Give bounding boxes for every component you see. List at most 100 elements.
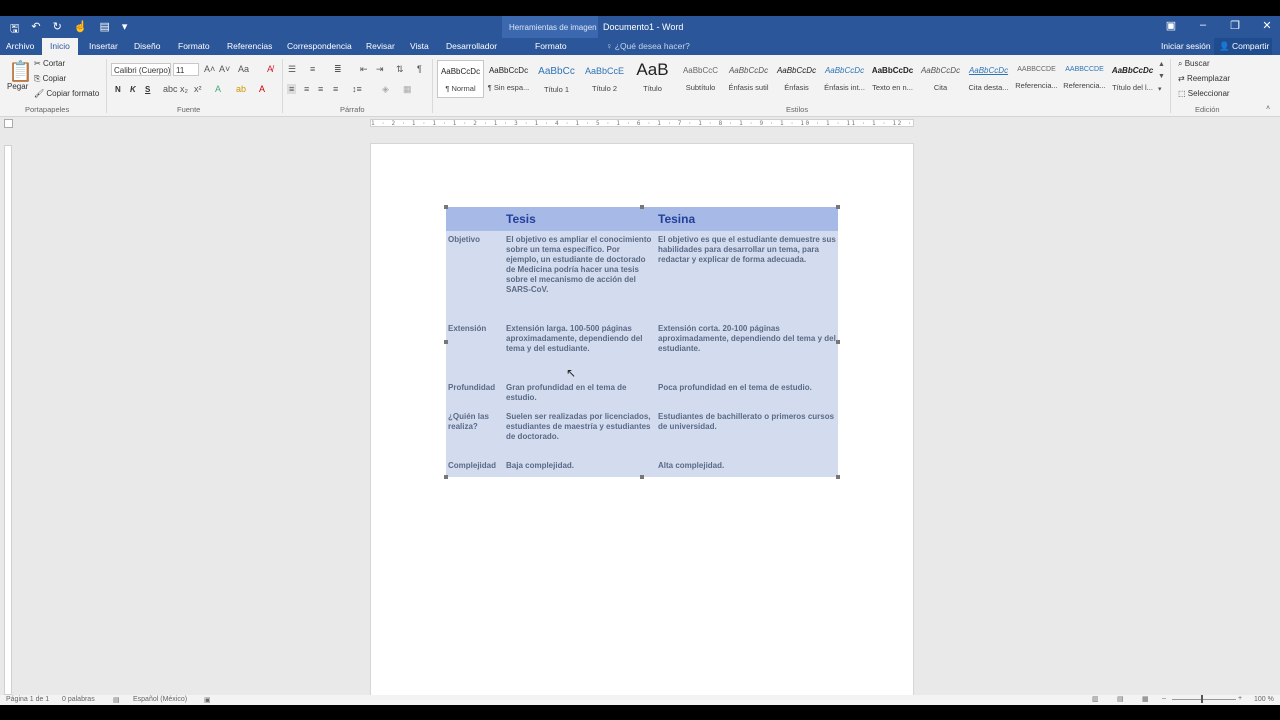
tab-desarrollador[interactable]: Desarrollador [446, 41, 497, 51]
style-tile[interactable]: AaBbCc Título 1 [533, 60, 580, 98]
text-effects-icon[interactable]: A [215, 84, 221, 94]
tab-insertar[interactable]: Insertar [89, 41, 118, 51]
zoom-out-icon[interactable]: – [1162, 695, 1166, 702]
style-tile[interactable]: AaBbCcDc Énfasis sutil [725, 60, 772, 98]
style-tile[interactable]: AaBbCcE Título 2 [581, 60, 628, 98]
font-size-select[interactable]: 11 [173, 63, 199, 76]
font-color-icon[interactable]: A [259, 84, 265, 94]
style-tile[interactable]: AaBbCcDc Énfasis [773, 60, 820, 98]
minimize-icon[interactable]: – [1196, 19, 1210, 32]
resize-handle[interactable] [444, 475, 448, 479]
replace-button[interactable]: ⇄ Reemplazar [1178, 74, 1230, 83]
style-tile[interactable]: AaBbCcDc ¶ Sin espa... [485, 60, 532, 98]
multilevel-list-icon[interactable]: ≣ [334, 64, 342, 75]
macro-record-icon[interactable]: ▣ [204, 696, 211, 704]
web-layout-icon[interactable]: ▦ [1142, 695, 1149, 703]
page-count[interactable]: Página 1 de 1 [6, 696, 49, 703]
resize-handle[interactable] [836, 475, 840, 479]
print-layout-icon[interactable]: ▤ [1117, 695, 1124, 703]
align-center-icon[interactable]: ≡ [304, 84, 309, 94]
find-button[interactable]: ⌕ Buscar [1178, 59, 1210, 69]
tab-inicio[interactable]: Inicio [42, 38, 78, 55]
resize-handle[interactable] [640, 205, 644, 209]
italic-button[interactable]: K [130, 85, 136, 94]
word-count[interactable]: 0 palabras [62, 696, 95, 703]
bold-button[interactable]: N [115, 85, 121, 94]
cut-button[interactable]: ✂ Cortar [34, 59, 65, 68]
tab-archivo[interactable]: Archivo [6, 41, 34, 51]
subscript-icon[interactable]: x₂ [180, 84, 188, 94]
share-button[interactable]: 👤 Compartir [1214, 38, 1272, 55]
touch-mode-icon[interactable]: ☝ [74, 20, 88, 39]
tell-me-search[interactable]: ♀ ¿Qué desea hacer? [606, 41, 690, 51]
tab-referencias[interactable]: Referencias [227, 41, 272, 51]
maximize-icon[interactable]: ❐ [1228, 19, 1242, 32]
style-tile[interactable]: AABBCCDE Referencia... [1061, 60, 1108, 98]
align-left-icon[interactable]: ≡ [287, 84, 297, 94]
strikethrough-icon[interactable]: abc [163, 84, 178, 94]
style-tile[interactable]: AaBbCcDc Texto en n... [869, 60, 916, 98]
resize-handle[interactable] [836, 205, 840, 209]
language-indicator[interactable]: Español (México) [133, 696, 187, 703]
horizontal-ruler[interactable]: 1 · 2 · 1 · 1 · 1 · 2 · 1 · 3 · 1 · 4 · … [370, 119, 914, 127]
comparison-table-image[interactable]: Tesis Tesina Objetivo El objetivo es amp… [444, 205, 840, 479]
style-tile[interactable]: AABBCCDE Referencia... [1013, 60, 1060, 98]
collapse-ribbon-icon[interactable]: ˄ [1266, 105, 1270, 112]
superscript-icon[interactable]: x² [194, 84, 202, 94]
tab-selector[interactable] [4, 119, 13, 128]
redo-icon[interactable]: ↻ [53, 20, 62, 39]
decrease-indent-icon[interactable]: ⇤ [360, 64, 368, 75]
style-tile[interactable]: AaB Título [629, 60, 676, 98]
vertical-ruler[interactable] [4, 145, 12, 695]
tab-correspondencia[interactable]: Correspondencia [287, 41, 352, 51]
resize-handle[interactable] [836, 340, 840, 344]
proofing-icon[interactable]: ▤ [113, 696, 120, 704]
underline-button[interactable]: S [145, 85, 150, 94]
increase-indent-icon[interactable]: ⇥ [376, 64, 384, 75]
line-spacing-icon[interactable]: ↕≡ [352, 84, 362, 94]
shading-icon[interactable]: ◈ [382, 84, 389, 95]
format-painter-button[interactable]: 🖌 Copiar formato [34, 89, 99, 98]
ribbon-display-options-icon[interactable]: ▣ [1164, 19, 1178, 32]
clear-formatting-icon[interactable]: A̸ [267, 64, 273, 74]
align-right-icon[interactable]: ≡ [318, 84, 323, 94]
copy-button[interactable]: ⎘ Copiar [34, 74, 66, 84]
grow-font-icon[interactable]: A˄ [204, 64, 215, 74]
shrink-font-icon[interactable]: A˅ [219, 64, 230, 74]
borders-icon[interactable]: ▦ [403, 84, 412, 95]
pilcrow-icon[interactable]: ¶ [417, 64, 422, 74]
paste-button[interactable]: Pegar [7, 82, 28, 91]
style-tile[interactable]: AaBbCcC Subtítulo [677, 60, 724, 98]
style-tile[interactable]: AaBbCcDc Énfasis int... [821, 60, 868, 98]
close-icon[interactable]: ✕ [1260, 19, 1274, 32]
select-button[interactable]: ⬚ Seleccionar [1178, 89, 1230, 98]
style-tile[interactable]: AaBbCcDc Cita [917, 60, 964, 98]
gallery-up-icon[interactable]: ▲ [1158, 61, 1165, 68]
customize-qat-icon[interactable]: ▾ [122, 20, 128, 39]
style-tile[interactable]: AaBbCcDc ¶ Normal [437, 60, 484, 98]
tab-revisar[interactable]: Revisar [366, 41, 395, 51]
justify-icon[interactable]: ≡ [333, 84, 338, 94]
zoom-level[interactable]: 100 % [1254, 696, 1274, 703]
resize-handle[interactable] [444, 205, 448, 209]
paste-icon[interactable]: 📋 [8, 59, 33, 84]
zoom-slider[interactable] [1172, 699, 1236, 700]
font-family-select[interactable]: Calibri (Cuerpo) [111, 63, 171, 76]
resize-handle[interactable] [640, 475, 644, 479]
macro-icon[interactable]: ▤ [100, 20, 110, 39]
zoom-in-icon[interactable]: + [1238, 695, 1242, 702]
bullets-icon[interactable]: ☰ [288, 64, 296, 75]
numbering-icon[interactable]: ≡ [310, 64, 315, 74]
change-case-icon[interactable]: Aa [238, 64, 249, 74]
save-icon[interactable]: 🖫 [10, 20, 19, 39]
resize-handle[interactable] [444, 340, 448, 344]
style-tile[interactable]: AaBbCcDc Título del l... [1109, 60, 1156, 98]
tab-diseno[interactable]: Diseño [134, 41, 160, 51]
read-mode-icon[interactable]: ▥ [1092, 695, 1099, 703]
gallery-more-icon[interactable]: ▾ [1158, 85, 1162, 93]
tab-vista[interactable]: Vista [410, 41, 429, 51]
zoom-slider-thumb[interactable] [1201, 695, 1203, 703]
highlight-icon[interactable]: ab [236, 84, 246, 94]
undo-icon[interactable]: ↶ [31, 20, 40, 39]
sign-in-link[interactable]: Iniciar sesión [1161, 41, 1211, 51]
